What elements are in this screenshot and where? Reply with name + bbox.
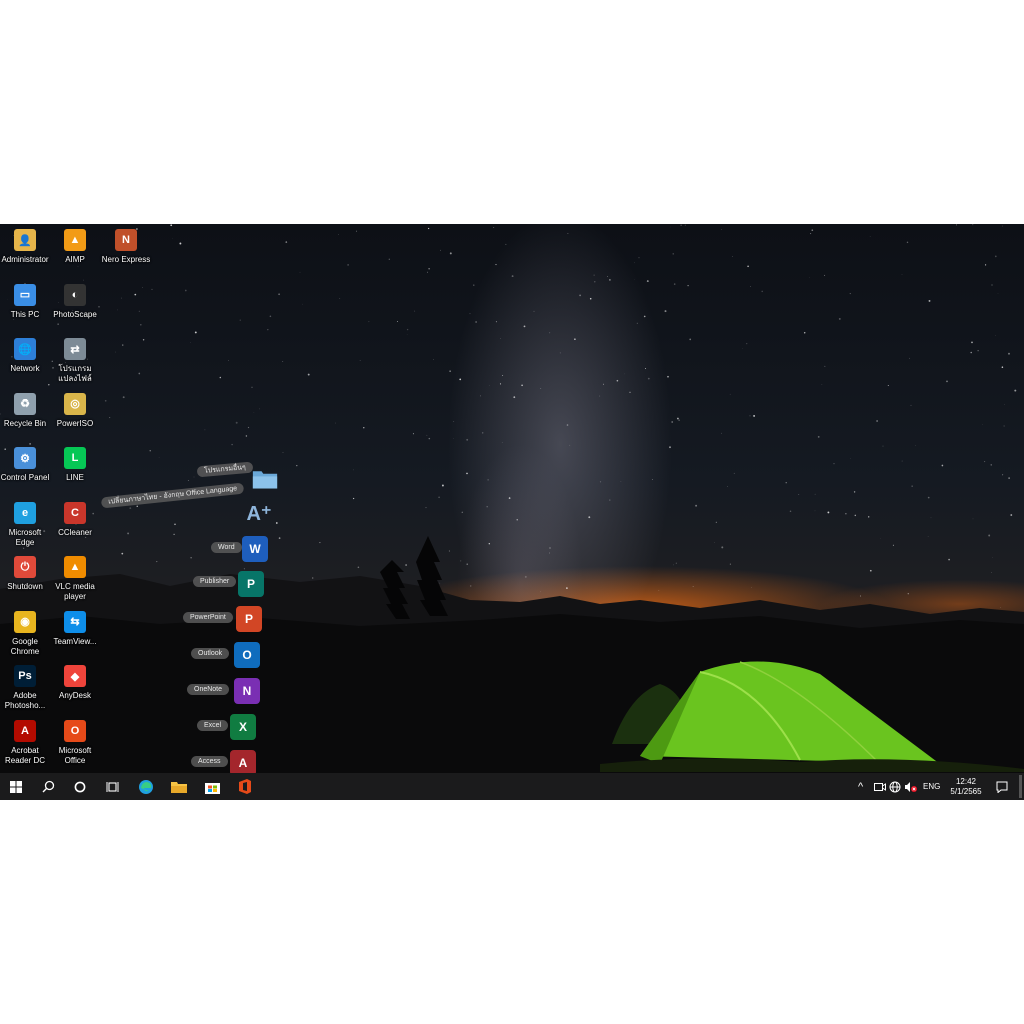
file-converter-icon: ⇄ (64, 338, 86, 360)
action-center-icon[interactable] (996, 773, 1008, 800)
line-icon: L (64, 447, 86, 469)
dock-label-onenote[interactable]: OneNote (187, 684, 230, 695)
desktop-icon-label: Acrobat Reader DC (4, 745, 45, 765)
desktop-icon-label: TeamView... (53, 636, 97, 646)
dock-label-word[interactable]: Word (211, 542, 242, 553)
desktop-icon-label: Shutdown (7, 582, 43, 591)
computer-icon: ▭ (14, 283, 36, 306)
desktop-icon-photoscape[interactable]: ◐ PhotoScape (50, 281, 100, 335)
recycle-bin-icon: ♻ (14, 392, 36, 415)
ccleaner-icon: C (64, 501, 86, 524)
desktop-icon-user-folder[interactable]: 👤 Administrator (0, 226, 50, 280)
dock-label-access[interactable]: Access (191, 756, 228, 767)
desktop-icon-power[interactable]: ⏻ Shutdown (0, 553, 50, 607)
taskbar: ^ ENG 12:42 5/1/2565 (0, 773, 1024, 800)
dock-label-powerpoint[interactable]: PowerPoint (183, 612, 233, 623)
desktop-icon-label: Recycle Bin (3, 418, 47, 428)
dock-label-outlook[interactable]: Outlook (191, 648, 230, 659)
desktop-icon-acrobat[interactable]: A Acrobat Reader DC (0, 717, 50, 771)
desktop-icon-office[interactable]: O Microsoft Office (50, 717, 100, 771)
nero-icon: N (115, 229, 137, 251)
edge-icon: e (14, 501, 36, 524)
acrobat-icon: A (14, 719, 36, 742)
show-desktop-button[interactable] (1019, 775, 1022, 798)
poweriso-icon: ◎ (64, 392, 86, 415)
network-icon: 🌐 (14, 338, 36, 360)
aimp-icon: ▲ (64, 229, 86, 251)
control-panel-icon: ⚙ (14, 447, 36, 469)
night-landscape (0, 536, 1024, 800)
desktop-icon-label: Microsoft Office (58, 745, 92, 765)
vlc-icon: ▲ (64, 556, 86, 578)
file-explorer-icon[interactable] (167, 773, 191, 800)
cortana-icon[interactable] (68, 773, 92, 800)
desktop-icon-label: Administrator (1, 255, 49, 264)
desktop-icon-label: Adobe Photosho... (4, 691, 46, 710)
publisher-icon[interactable]: P (238, 571, 264, 597)
desktop-icon-label: PowerISO (56, 418, 94, 428)
desktop-icon-label: Network (10, 364, 40, 373)
store-icon[interactable] (200, 773, 224, 800)
desktop-icon-file-converter[interactable]: ⇄ โปรแกรมแปลงไฟล์ (50, 335, 100, 389)
desktop-icon-nero[interactable]: N Nero Express (101, 226, 151, 280)
desktop-icon-label: AIMP (65, 255, 85, 264)
power-icon: ⏻ (14, 556, 36, 578)
folder-icon[interactable] (252, 466, 278, 492)
desktop-icon-edge[interactable]: e Microsoft Edge (0, 499, 50, 553)
user-folder-icon: 👤 (14, 229, 36, 251)
desktop-screen: 👤 Administrator ▲ AIMP N Nero Express ▭ This PC… (0, 224, 1024, 800)
volume-muted-icon[interactable] (904, 773, 918, 800)
desktop-icon-label: Control Panel (0, 473, 50, 482)
desktop-icon-chrome[interactable]: ◉ Google Chrome (0, 608, 50, 662)
desktop-icon-label: Microsoft Edge (8, 527, 42, 547)
desktop-icon-photoshop[interactable]: Ps Adobe Photosho... (0, 662, 50, 716)
desktop-icon-label: CCleaner (58, 527, 92, 537)
onenote-icon[interactable]: N (234, 678, 260, 704)
office-icon: O (64, 719, 86, 742)
desktop-icon-teamviewer[interactable]: ⇆ TeamView... (50, 608, 100, 662)
desktop-icon-computer[interactable]: ▭ This PC (0, 281, 50, 335)
meet-now-icon[interactable] (874, 773, 886, 800)
input-language-indicator[interactable]: ENG (923, 773, 940, 800)
task-view-icon[interactable] (100, 773, 124, 800)
desktop-icon-label: VLC media player (55, 582, 95, 601)
edge-icon[interactable] (134, 773, 158, 800)
teamviewer-icon: ⇆ (64, 610, 86, 633)
chrome-icon: ◉ (14, 610, 36, 633)
desktop-icon-label: Nero Express (101, 255, 151, 264)
word-icon[interactable]: W (242, 536, 268, 562)
anydesk-icon: ◆ (64, 665, 86, 687)
show-hidden-icons-chevron[interactable]: ^ (858, 773, 863, 800)
network-globe-icon[interactable] (889, 773, 901, 800)
dock-label-excel[interactable]: Excel (197, 720, 229, 731)
windows-start-icon[interactable] (4, 773, 28, 800)
search-icon[interactable] (36, 773, 60, 800)
desktop-icon-aimp[interactable]: ▲ AIMP (50, 226, 100, 280)
outlook-icon[interactable]: O (234, 642, 260, 668)
desktop-icon-label: LINE (66, 473, 84, 482)
desktop-icon-label: This PC (10, 309, 40, 319)
desktop-icon-label: Google Chrome (10, 636, 40, 656)
excel-icon[interactable]: X (230, 714, 256, 740)
dock-label-publisher[interactable]: Publisher (193, 576, 237, 587)
desktop-icon-label: PhotoScape (53, 309, 97, 319)
desktop-icon-line[interactable]: L LINE (50, 444, 100, 498)
powerpoint-icon[interactable]: P (236, 606, 262, 632)
photoshop-icon: Ps (14, 665, 36, 687)
desktop-icon-network[interactable]: 🌐 Network (0, 335, 50, 389)
desktop-icon-poweriso[interactable]: ◎ PowerISO (50, 390, 100, 444)
desktop-icon-control-panel[interactable]: ⚙ Control Panel (0, 444, 50, 498)
desktop-icon-label: AnyDesk (58, 691, 91, 700)
clock[interactable]: 12:42 5/1/2565 (946, 773, 986, 800)
language-icon[interactable]: A⁺ (246, 500, 272, 526)
photoscape-icon: ◐ (64, 283, 86, 306)
desktop-icon-ccleaner[interactable]: C CCleaner (50, 499, 100, 553)
desktop-icon-label: โปรแกรมแปลงไฟล์ (58, 364, 92, 383)
desktop-icon-recycle-bin[interactable]: ♻ Recycle Bin (0, 390, 50, 444)
office-icon[interactable] (233, 773, 257, 800)
desktop-icon-anydesk[interactable]: ◆ AnyDesk (50, 662, 100, 716)
clock-date: 5/1/2565 (950, 786, 982, 796)
clock-time: 12:42 (955, 776, 977, 786)
desktop-icon-vlc[interactable]: ▲ VLC media player (50, 553, 100, 607)
